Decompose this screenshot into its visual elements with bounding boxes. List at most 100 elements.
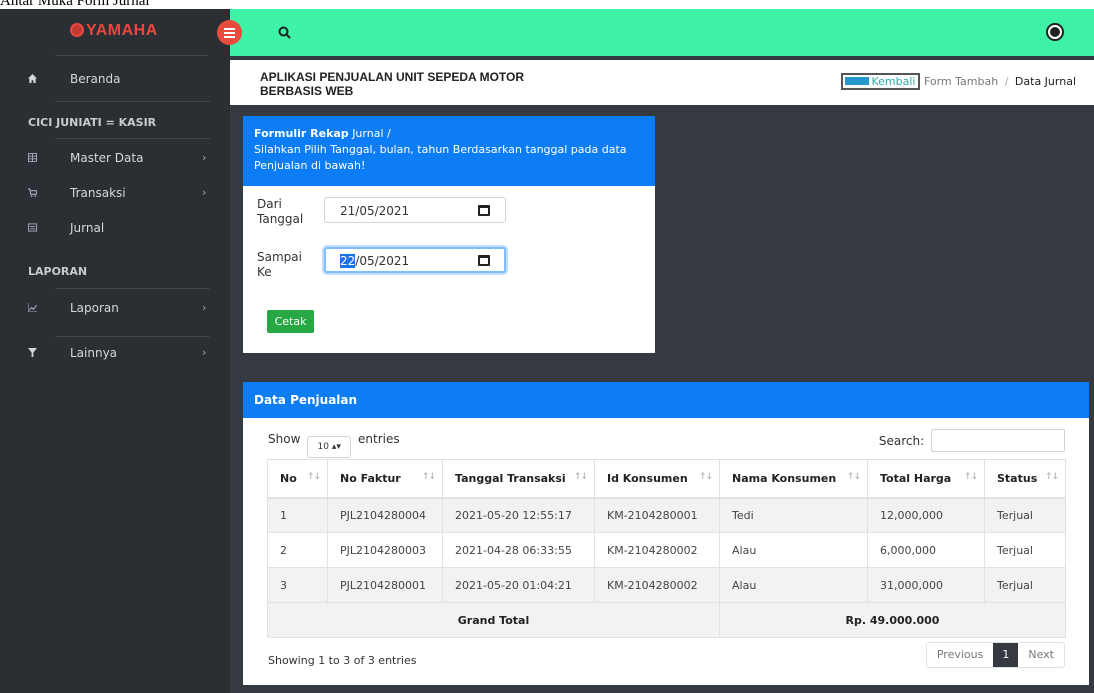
data-penjualan-card: Data Penjualan Show 10 ▴▾ entries Search… — [243, 382, 1089, 685]
sidebar-divider — [55, 336, 210, 337]
sidebar-item-label: Transaksi — [70, 186, 126, 200]
breadcrumb: Kembali Form Tambah / Data Jurnal — [841, 73, 1076, 90]
yamaha-logo[interactable]: YAMAHA — [70, 22, 158, 40]
cell-status: Terjual — [984, 532, 1066, 568]
form-title-suffix: Jurnal / — [352, 127, 391, 140]
cell-status: Terjual — [984, 497, 1066, 533]
from-date-value: 21/05/2021 — [340, 204, 410, 218]
document-caption: Antar Muka Form Jurnal — [0, 0, 150, 9]
cell-id-konsumen: KM-2104280002 — [594, 567, 720, 603]
table-icon — [28, 153, 37, 162]
data-card-title: Data Penjualan — [243, 382, 1089, 418]
column-header-no-faktur[interactable]: No Faktur ↑↓ — [327, 459, 443, 499]
cell-status: Terjual — [984, 567, 1066, 603]
sidebar-item-laporan[interactable]: Laporan › — [0, 295, 230, 323]
sidebar-item-transaksi[interactable]: Transaksi › — [0, 180, 230, 208]
back-color-swatch — [845, 77, 870, 85]
column-header-no[interactable]: No ↑↓ — [267, 459, 328, 499]
breadcrumb-form-tambah[interactable]: Form Tambah — [924, 75, 998, 88]
cetak-button[interactable]: Cetak — [267, 310, 314, 333]
breadcrumb-separator: / — [1004, 75, 1009, 88]
table-row: 2 PJL2104280003 2021-04-28 06:33:55 KM-2… — [267, 532, 1066, 568]
sort-icon: ↑↓ — [573, 472, 588, 482]
pagination: Previous 1 Next — [925, 642, 1065, 668]
brand-area: YAMAHA — [0, 9, 230, 56]
from-date-input[interactable]: 21/05/2021 — [324, 197, 506, 223]
page-button-current[interactable]: 1 — [993, 643, 1019, 667]
user-avatar-icon[interactable] — [1046, 23, 1064, 41]
cell-tanggal: 2021-05-20 12:55:17 — [442, 497, 595, 533]
sort-icon: ↑↓ — [846, 472, 861, 482]
grand-total-value: Rp. 49.000.000 — [719, 602, 1066, 638]
sidebar-item-label: Laporan — [70, 301, 119, 315]
previous-page-button[interactable]: Previous — [927, 643, 994, 667]
column-label: Nama Konsumen — [732, 471, 837, 485]
cell-total-harga: 6,000,000 — [867, 532, 985, 568]
next-page-button[interactable]: Next — [1018, 643, 1064, 667]
table-info: Showing 1 to 3 of 3 entries — [268, 654, 417, 667]
page-length-value: 10 — [317, 442, 329, 452]
column-header-id-konsumen[interactable]: Id Konsumen ↑↓ — [594, 459, 720, 499]
search-label: Search: — [878, 434, 925, 448]
cell-no-faktur: PJL2104280001 — [327, 567, 443, 603]
to-date-label: Sampai Ke — [257, 250, 302, 279]
show-label: Show — [268, 432, 301, 446]
sidebar-item-jurnal[interactable]: Jurnal — [0, 215, 230, 243]
sidebar-item-beranda[interactable]: Beranda — [0, 66, 230, 94]
laporan-heading: LAPORAN — [28, 265, 88, 278]
column-header-nama-konsumen[interactable]: Nama Konsumen ↑↓ — [719, 459, 868, 499]
column-label: No — [280, 471, 297, 485]
filter-icon — [28, 348, 37, 357]
cell-id-konsumen: KM-2104280002 — [594, 532, 720, 568]
sort-icon: ↑↓ — [306, 472, 321, 482]
entries-label: entries — [358, 432, 400, 446]
cell-total-harga: 12,000,000 — [867, 497, 985, 533]
cell-nama-konsumen: Alau — [719, 567, 868, 603]
chevron-right-icon: › — [202, 301, 207, 314]
grand-total-row: Grand Total Rp. 49.000.000 — [267, 602, 1066, 638]
page-length-control: Show 10 ▴▾ entries — [268, 432, 400, 458]
column-header-total-harga[interactable]: Total Harga ↑↓ — [867, 459, 985, 499]
cell-no-faktur: PJL2104280004 — [327, 497, 443, 533]
cell-id-konsumen: KM-2104280001 — [594, 497, 720, 533]
grand-total-label: Grand Total — [267, 602, 720, 638]
search-icon[interactable] — [276, 24, 294, 42]
sidebar-item-label: Master Data — [70, 151, 144, 165]
column-header-tanggal-transaksi[interactable]: Tanggal Transaksi ↑↓ — [442, 459, 595, 499]
cell-tanggal: 2021-05-20 01:04:21 — [442, 567, 595, 603]
sidebar-divider — [55, 138, 210, 139]
to-date-input[interactable]: 22/05/2021 — [324, 247, 506, 273]
column-label: Id Konsumen — [607, 471, 688, 485]
sort-icon: ↑↓ — [421, 472, 436, 482]
search-input[interactable] — [931, 429, 1065, 452]
form-title: Formulir Rekap — [254, 127, 349, 140]
sort-icon: ↑↓ — [698, 472, 713, 482]
calendar-icon[interactable] — [478, 205, 490, 216]
to-date-value: /05/2021 — [355, 254, 410, 268]
from-date-label: Dari Tanggal — [257, 197, 304, 226]
sidebar-divider — [55, 288, 210, 289]
page-length-select[interactable]: 10 ▴▾ — [307, 436, 352, 458]
cell-nama-konsumen: Alau — [719, 532, 868, 568]
column-label: Status — [997, 471, 1038, 485]
back-button[interactable]: Kembali — [841, 73, 921, 90]
cell-tanggal: 2021-04-28 06:33:55 — [442, 532, 595, 568]
chevron-right-icon: › — [202, 151, 207, 164]
chevron-right-icon: › — [202, 346, 207, 359]
sidebar-toggle-button[interactable] — [217, 20, 242, 45]
calendar-icon[interactable] — [478, 255, 490, 266]
sidebar-item-lainnya[interactable]: Lainnya › — [0, 340, 230, 368]
cell-no-faktur: PJL2104280003 — [327, 532, 443, 568]
sort-icon: ↑↓ — [963, 472, 978, 482]
back-button-label: Kembali — [871, 75, 916, 88]
sidebar: Beranda CICI JUNIATI = KASIR Master Data… — [0, 56, 230, 693]
column-header-status[interactable]: Status ↑↓ — [984, 459, 1066, 499]
cell-no: 3 — [267, 567, 328, 603]
sidebar-item-master-data[interactable]: Master Data › — [0, 145, 230, 173]
cart-icon — [28, 188, 37, 197]
cell-no: 2 — [267, 532, 328, 568]
sort-icon: ↑↓ — [1044, 472, 1059, 482]
journal-icon — [28, 223, 37, 232]
table-header-row: No ↑↓ No Faktur ↑↓ Tanggal Transaksi ↑↓ Id … — [267, 459, 1066, 499]
sales-table: No ↑↓ No Faktur ↑↓ Tanggal Transaksi ↑↓ Id … — [267, 459, 1066, 638]
